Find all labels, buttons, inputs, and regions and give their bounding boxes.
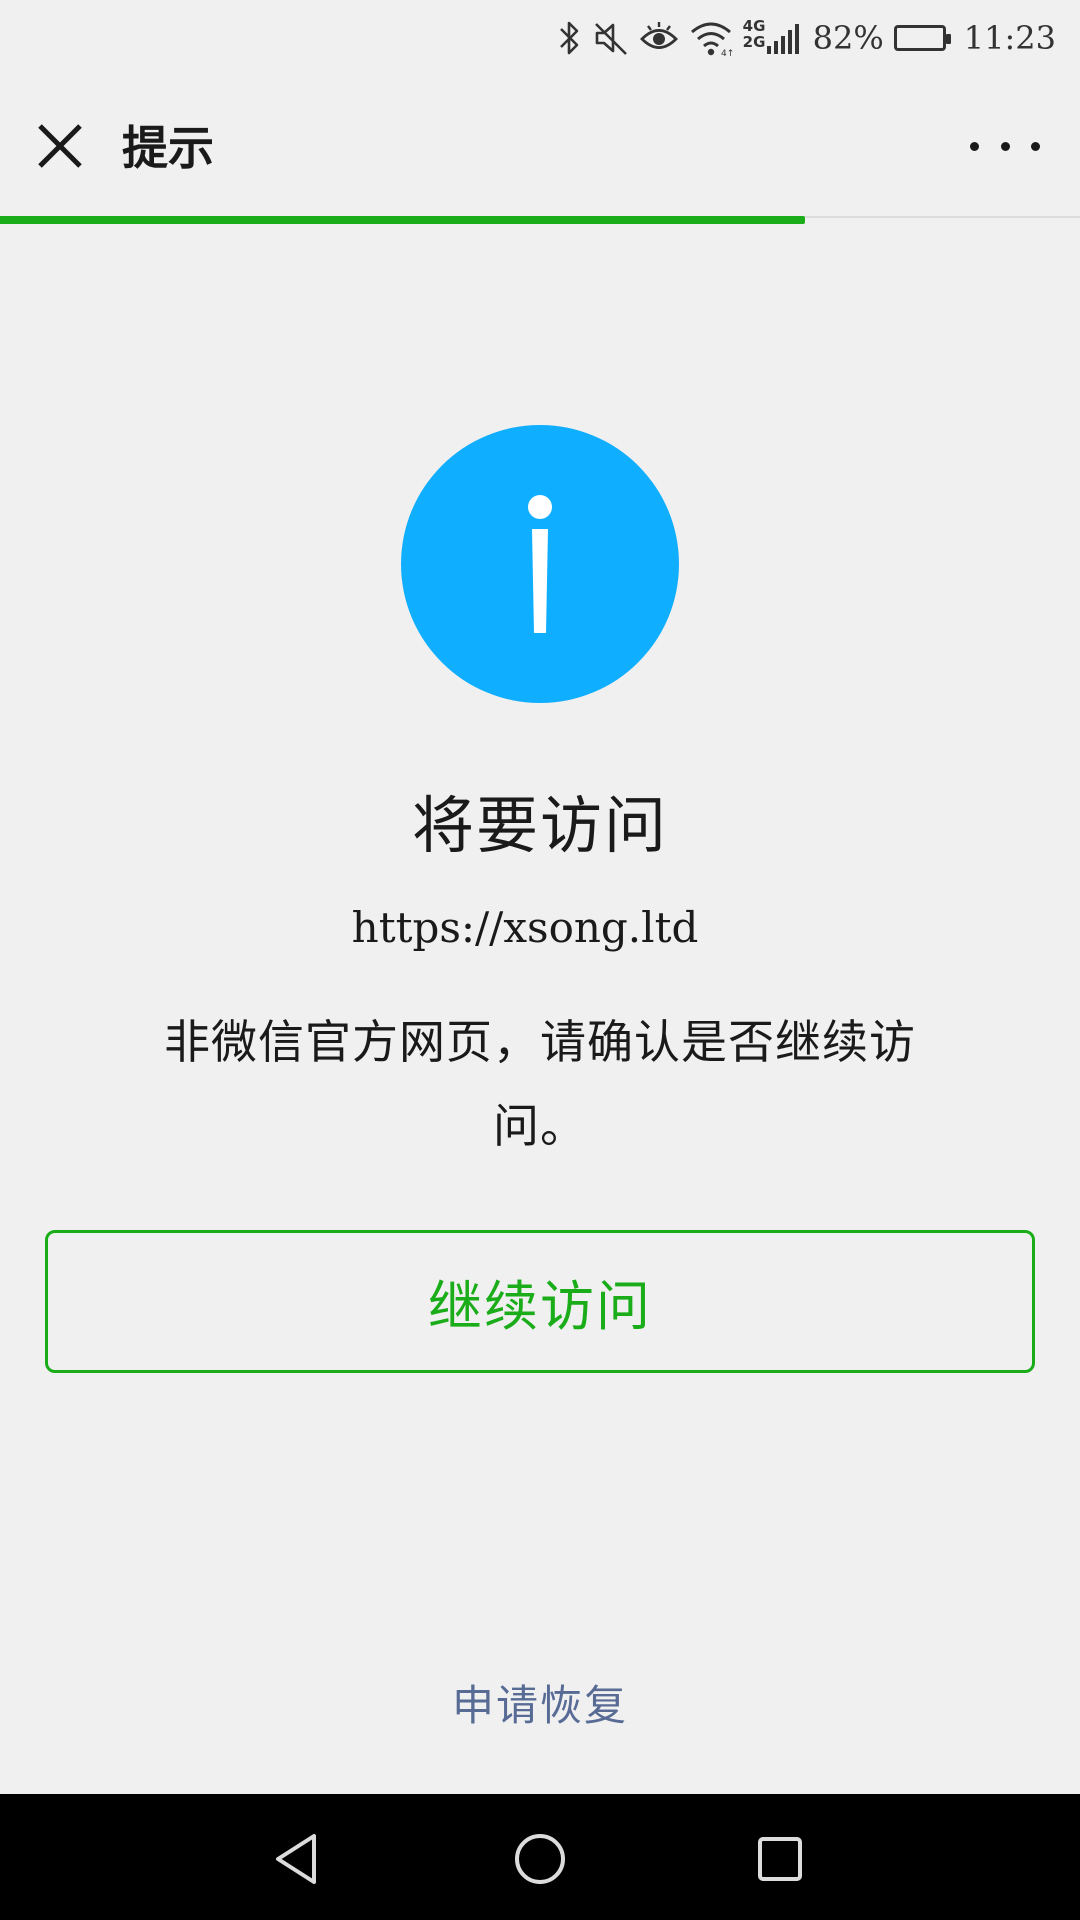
warning-message: 非微信官方网页，请确认是否继续访问。 — [164, 1015, 916, 1153]
wifi-icon: 4↑ — [689, 18, 733, 58]
recents-icon[interactable] — [745, 1824, 815, 1894]
appeal-link[interactable]: 申请恢复 — [0, 1672, 1080, 1733]
mute-icon — [593, 18, 629, 58]
headline: 将要访问 — [411, 789, 668, 862]
close-icon[interactable] — [30, 116, 90, 176]
home-icon[interactable] — [505, 1824, 575, 1894]
title-bar: 提示 — [0, 76, 1080, 216]
load-progress-bar — [0, 216, 805, 224]
info-icon — [401, 425, 679, 703]
clock: 11:23 — [963, 19, 1056, 57]
cellular-signal-icon: 4G 2G — [743, 18, 803, 58]
battery-icon — [893, 18, 951, 58]
status-bar: 4↑ 4G 2G 82% 11:23 — [0, 0, 1080, 76]
back-icon[interactable] — [264, 1824, 334, 1894]
svg-text:4↑: 4↑ — [721, 49, 733, 58]
more-icon[interactable] — [970, 126, 1040, 166]
bluetooth-icon — [557, 18, 583, 58]
target-url: https://xsong.ltd — [351, 903, 699, 952]
more-dot — [970, 141, 979, 151]
continue-button[interactable]: 继续访问 — [45, 1230, 1035, 1373]
more-dot — [1000, 141, 1010, 151]
battery-percent: 82% — [812, 19, 884, 57]
system-nav-bar — [0, 1794, 1080, 1920]
eye-icon — [639, 18, 679, 58]
page-title: 提示 — [122, 121, 214, 175]
more-dot — [1031, 141, 1040, 151]
